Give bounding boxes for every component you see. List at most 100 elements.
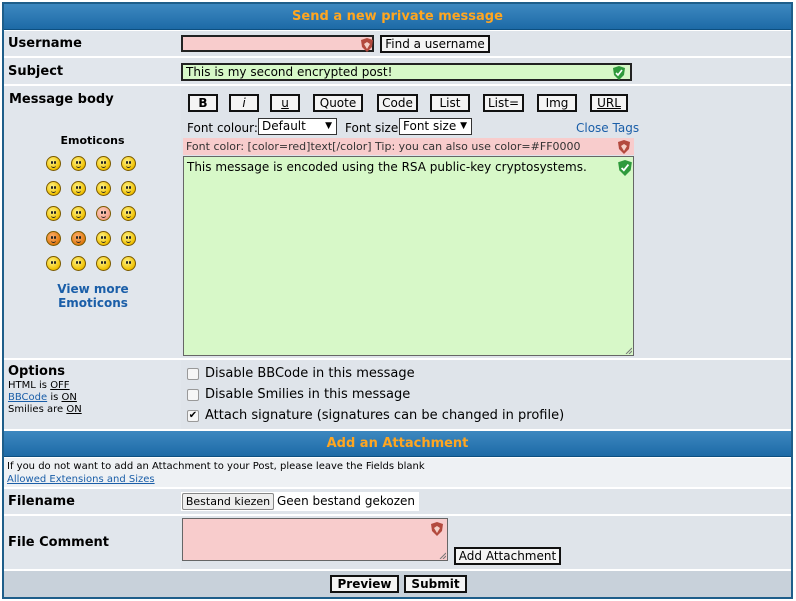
disable-bbcode-checkbox[interactable] [187, 368, 199, 380]
chevron-down-icon: ▼ [460, 121, 467, 131]
file-comment-field-cell: Add Attachment [181, 516, 791, 570]
allowed-extensions-link[interactable]: Allowed Extensions and Sizes [7, 474, 155, 485]
emoticon-shocked-icon[interactable] [46, 181, 61, 196]
message-field-cell: B i u Quote Code List List= Img URL Font… [181, 86, 791, 359]
emoticon-cry-icon[interactable] [121, 206, 136, 221]
emoticon-sad-icon[interactable] [96, 156, 111, 171]
add-attachment-button[interactable]: Add Attachment [454, 547, 561, 565]
options-label: Options [8, 364, 65, 379]
file-picker: Bestand kiezen Geen bestand gekozen [181, 492, 419, 511]
emoticon-rolleyes-icon[interactable] [96, 231, 111, 246]
emoticon-smile-icon[interactable] [46, 156, 61, 171]
submit-button[interactable]: Submit [404, 575, 467, 593]
font-colour-select[interactable]: Default ▼ [258, 118, 337, 135]
smilies-status-state: ON [66, 404, 82, 415]
attach-signature-checkbox[interactable]: ✔ [187, 410, 199, 422]
font-size-label: Font size: [345, 121, 403, 135]
username-label: Username [8, 36, 82, 51]
bbcode-list-ordered-button[interactable]: List= [483, 94, 524, 112]
compose-form: Send a new private message Username Find… [2, 2, 793, 599]
font-size-value: Font size [403, 119, 457, 133]
attachment-header: Add an Attachment [4, 431, 791, 457]
bbcode-bold-button[interactable]: B [188, 94, 218, 112]
username-input[interactable] [181, 35, 374, 52]
find-username-button[interactable]: Find a username [380, 35, 490, 53]
attachment-note-row: If you do not want to add an Attachment … [4, 458, 791, 488]
username-label-cell: Username [4, 31, 181, 57]
font-colour-label: Font colour: [187, 121, 258, 135]
disable-smilies-label: Disable Smilies in this message [205, 387, 411, 402]
subject-label: Subject [8, 64, 64, 79]
resize-handle-icon[interactable] [624, 346, 632, 354]
emoticon-laugh-icon[interactable] [121, 181, 136, 196]
subject-field-cell: This is my second encrypted post! [181, 58, 791, 85]
attach-signature-label: Attach signature (signatures can be chan… [205, 408, 565, 423]
bbcode-underline-button[interactable]: u [270, 94, 300, 112]
bbcode-status-mid: is [47, 392, 62, 403]
chevron-down-icon: ▼ [325, 121, 332, 131]
file-comment-label-cell: File Comment [4, 516, 181, 570]
bbcode-status: BBCode is ON [8, 392, 77, 403]
emoticon-embarrassed-icon[interactable] [96, 206, 111, 221]
disable-bbcode-label: Disable BBCode in this message [205, 366, 415, 381]
bbcode-help-link[interactable]: BBCode [8, 392, 47, 403]
username-field-cell: Find a username [181, 31, 791, 57]
bbcode-status-state: ON [61, 392, 77, 403]
subject-label-cell: Subject [4, 58, 181, 85]
form-header: Send a new private message [4, 4, 791, 30]
smilies-status: Smilies are ON [8, 404, 82, 415]
close-tags-link[interactable]: Close Tags [576, 121, 639, 135]
bbcode-quote-button[interactable]: Quote [313, 94, 363, 112]
bbcode-img-button[interactable]: Img [537, 94, 577, 112]
bbcode-list-button[interactable]: List [430, 94, 470, 112]
attachment-note: If you do not want to add an Attachment … [7, 461, 425, 472]
html-status-state: OFF [50, 380, 70, 391]
emoticon-razz-icon[interactable] [71, 206, 86, 221]
message-body-text: This message is encoded using the RSA pu… [187, 160, 587, 174]
filename-label: Filename [8, 494, 75, 509]
bbcode-italic-button[interactable]: i [229, 94, 259, 112]
emoticon-mad-icon[interactable] [46, 206, 61, 221]
font-colour-value: Default [262, 119, 306, 133]
message-label-cell: Message body Emoticons View more Emotico [4, 86, 181, 359]
resize-handle-icon[interactable] [438, 551, 446, 559]
preview-button[interactable]: Preview [330, 575, 399, 593]
no-file-text: Geen bestand gekozen [277, 494, 415, 508]
filename-field-cell: Bestand kiezen Geen bestand gekozen [181, 489, 791, 515]
emoticon-idea-icon[interactable] [96, 256, 111, 271]
font-size-select[interactable]: Font size ▼ [399, 118, 472, 135]
html-status: HTML is OFF [8, 380, 70, 391]
emoticon-cool-icon[interactable] [96, 181, 111, 196]
emoticon-wink-icon[interactable] [121, 231, 136, 246]
message-body-textarea[interactable]: This message is encoded using the RSA pu… [183, 156, 634, 356]
emoticon-grin-icon[interactable] [71, 156, 86, 171]
options-label-cell: Options HTML is OFF BBCode is ON Smilies… [4, 360, 181, 430]
message-body-label: Message body [9, 92, 114, 107]
shield-warning-icon [361, 38, 373, 52]
html-status-prefix: HTML is [8, 380, 51, 391]
bbcode-help-line: Font color: [color=red]text[/color] Tip:… [183, 138, 634, 155]
emoticon-exclaim-icon[interactable] [46, 256, 61, 271]
emoticon-twisted-icon[interactable] [71, 231, 86, 246]
bbcode-url-button[interactable]: URL [590, 94, 628, 112]
view-more-emoticons-link[interactable]: View more Emoticons [48, 282, 138, 310]
emoticon-confused-icon[interactable] [71, 181, 86, 196]
shield-warning-icon [618, 140, 630, 154]
shield-warning-icon [431, 522, 443, 536]
shield-ok-icon [618, 160, 632, 176]
choose-file-button[interactable]: Bestand kiezen [182, 493, 274, 510]
emoticon-evil-icon[interactable] [46, 231, 61, 246]
emoticon-question-icon[interactable] [71, 256, 86, 271]
file-comment-textarea[interactable] [182, 518, 448, 561]
emoticons-title: Emoticons [60, 134, 125, 147]
bbcode-code-button[interactable]: Code [377, 94, 418, 112]
subject-input[interactable]: This is my second encrypted post! [181, 63, 632, 81]
action-bar: Preview Submit [4, 571, 791, 597]
filename-label-cell: Filename [4, 489, 181, 515]
disable-smilies-checkbox[interactable] [187, 389, 199, 401]
emoticon-surprised-icon[interactable] [121, 156, 136, 171]
options-field-cell: Disable BBCode in this message Disable S… [181, 360, 791, 430]
shield-ok-icon [613, 66, 625, 80]
file-comment-label: File Comment [8, 535, 109, 550]
emoticon-arrow-icon[interactable] [121, 256, 136, 271]
